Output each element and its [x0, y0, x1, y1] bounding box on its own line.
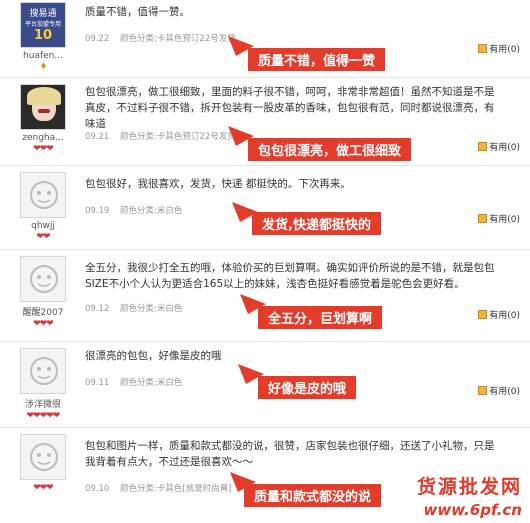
- reviewer-name[interactable]: huafen...: [18, 51, 68, 61]
- review-text: 很漂亮的包包，好像是皮的哦: [85, 350, 222, 362]
- watermark-title: 货源批发网: [416, 476, 522, 498]
- useful-icon: [478, 386, 488, 395]
- review-body: 很漂亮的包包，好像是皮的哦: [85, 348, 497, 364]
- review-date: 09.21: [85, 132, 110, 142]
- credit-badge: ❤❤❤: [33, 319, 54, 329]
- review-date: 09.10: [85, 484, 110, 494]
- reviewer-name[interactable]: 涉洋微很: [18, 397, 68, 410]
- reviewer-name[interactable]: 醒醒2007: [18, 305, 68, 318]
- review-meta: 09.19 颜色分类:米白色: [85, 204, 182, 216]
- review-item: 搜易通 平台加盟专用 10 huafen... ♦ 质量不错，值得一赞。 09.…: [0, 0, 530, 78]
- review-spec: 颜色分类:卡其色[就是时尚黄]: [120, 484, 232, 494]
- review-text: 全五分，我很少打全五的哦，体验价买的巨划算啊。确实如评价所说的是不错，就是包包S…: [85, 262, 495, 290]
- annotation-label: 质量和款式都没的说: [244, 484, 382, 507]
- reviewer-name[interactable]: qhwjj: [18, 221, 68, 231]
- watermark: 货源批发网 www.6pf.cn: [417, 472, 522, 519]
- review-spec: 颜色分类:卡其色预订22号发货: [120, 34, 236, 44]
- credit-badge: ❤❤❤❤❤: [26, 411, 61, 421]
- annotation-label: 全五分，巨划算啊: [258, 306, 383, 329]
- useful-button[interactable]: 有用(0): [478, 140, 520, 153]
- default-avatar-icon[interactable]: [20, 434, 66, 480]
- avatar-badge-sub: 平台加盟专用: [24, 21, 61, 28]
- useful-icon: [478, 44, 488, 53]
- review-text: 质量不错，值得一赞。: [85, 6, 190, 18]
- credit-badge: ❤❤❤: [33, 144, 54, 154]
- useful-label: 有用(0): [489, 143, 520, 153]
- review-body: 包包很漂亮，做工很细致，里面的料子很不错，呵呵，非常非常超值！虽然不知道是不是真…: [85, 84, 497, 132]
- review-meta: 09.10 颜色分类:卡其色[就是时尚黄]: [85, 482, 232, 494]
- review-text: 包包很好，我很喜欢，发货，快递 都挺快的。下次再来。: [85, 178, 351, 190]
- annotation-label: 好像是皮的哦: [258, 376, 357, 399]
- review-date: 09.22: [85, 34, 110, 44]
- reviewer-info: 涉洋微很 ❤❤❤❤❤: [18, 348, 68, 421]
- review-body: 包包和图片一样，质量和款式都没的说，很赞，店家包装也很仔细，还送了小礼物，只是我…: [85, 438, 497, 470]
- reviewer-name[interactable]: zengha...: [18, 133, 68, 143]
- useful-icon: [478, 310, 488, 319]
- review-item: zengha... ❤❤❤ 包包很漂亮，做工很细致，里面的料子很不错，呵呵，非常…: [0, 78, 530, 166]
- useful-label: 有用(0): [489, 387, 520, 397]
- review-body: 质量不错，值得一赞。: [85, 4, 497, 20]
- useful-icon: [478, 142, 488, 151]
- useful-button[interactable]: 有用(0): [478, 212, 520, 225]
- reviewer-info: 醒醒2007 ❤❤❤: [18, 256, 68, 329]
- default-avatar-icon[interactable]: [20, 256, 66, 302]
- review-text: 包包和图片一样，质量和款式都没的说，很赞，店家包装也很仔细，还送了小礼物，只是我…: [85, 440, 495, 468]
- reviewer-info: ❤❤❤: [18, 434, 68, 493]
- reviewer-info: qhwjj ❤❤: [18, 172, 68, 242]
- useful-label: 有用(0): [489, 215, 520, 225]
- annotation-label: 包包很漂亮，做工很细致: [248, 138, 412, 161]
- review-date: 09.11: [85, 378, 110, 388]
- useful-button[interactable]: 有用(0): [478, 384, 520, 397]
- useful-label: 有用(0): [489, 311, 520, 321]
- credit-badge: ♦: [39, 62, 47, 72]
- annotation-label: 质量不错，值得一赞: [248, 48, 386, 71]
- useful-label: 有用(0): [489, 45, 520, 55]
- reviewer-info: 搜易通 平台加盟专用 10 huafen... ♦: [18, 2, 68, 72]
- review-spec: 颜色分类:米白色: [120, 206, 183, 216]
- credit-badge: ❤❤❤: [33, 483, 54, 493]
- useful-button[interactable]: 有用(0): [478, 42, 520, 55]
- watermark-url: www.6pf.cn: [423, 501, 522, 519]
- review-date: 09.12: [85, 304, 110, 314]
- default-avatar-icon[interactable]: [20, 172, 66, 218]
- annotation-label: 发货,快递都挺快的: [252, 212, 381, 235]
- credit-badge: ❤❤: [36, 232, 50, 242]
- review-item: qhwjj ❤❤ 包包很好，我很喜欢，发货，快递 都挺快的。下次再来。 09.1…: [0, 166, 530, 250]
- reviewer-info: zengha... ❤❤❤: [18, 84, 68, 154]
- avatar-badge-number: 10: [33, 28, 53, 43]
- avatar[interactable]: [20, 84, 66, 130]
- review-text: 包包很漂亮，做工很细致，里面的料子很不错，呵呵，非常非常超值！虽然不知道是不是真…: [85, 86, 495, 130]
- review-date: 09.19: [85, 206, 110, 216]
- review-spec: 颜色分类:卡其色预订22号发货: [120, 132, 236, 142]
- useful-button[interactable]: 有用(0): [478, 308, 520, 321]
- review-meta: 09.12 颜色分类:米白色: [85, 302, 182, 314]
- avatar-badge-title: 搜易通: [29, 9, 57, 19]
- review-meta: 09.21 颜色分类:卡其色预订22号发货: [85, 130, 236, 142]
- review-meta: 09.11 颜色分类:米白色: [85, 376, 182, 388]
- review-body: 全五分，我很少打全五的哦，体验价买的巨划算啊。确实如评价所说的是不错，就是包包S…: [85, 260, 497, 292]
- review-body: 包包很好，我很喜欢，发货，快递 都挺快的。下次再来。: [85, 176, 497, 192]
- review-page: 搜易通 平台加盟专用 10 huafen... ♦ 质量不错，值得一赞。 09.…: [0, 0, 530, 523]
- review-spec: 颜色分类:米白色: [120, 304, 183, 314]
- review-item: 涉洋微很 ❤❤❤❤❤ 很漂亮的包包，好像是皮的哦 09.11 颜色分类:米白色 …: [0, 342, 530, 428]
- review-item: 醒醒2007 ❤❤❤ 全五分，我很少打全五的哦，体验价买的巨划算啊。确实如评价所…: [0, 250, 530, 342]
- useful-icon: [478, 214, 488, 223]
- review-meta: 09.22 颜色分类:卡其色预订22号发货: [85, 32, 236, 44]
- default-avatar-icon[interactable]: [20, 348, 66, 394]
- review-spec: 颜色分类:米白色: [120, 378, 183, 388]
- avatar[interactable]: 搜易通 平台加盟专用 10: [20, 2, 66, 48]
